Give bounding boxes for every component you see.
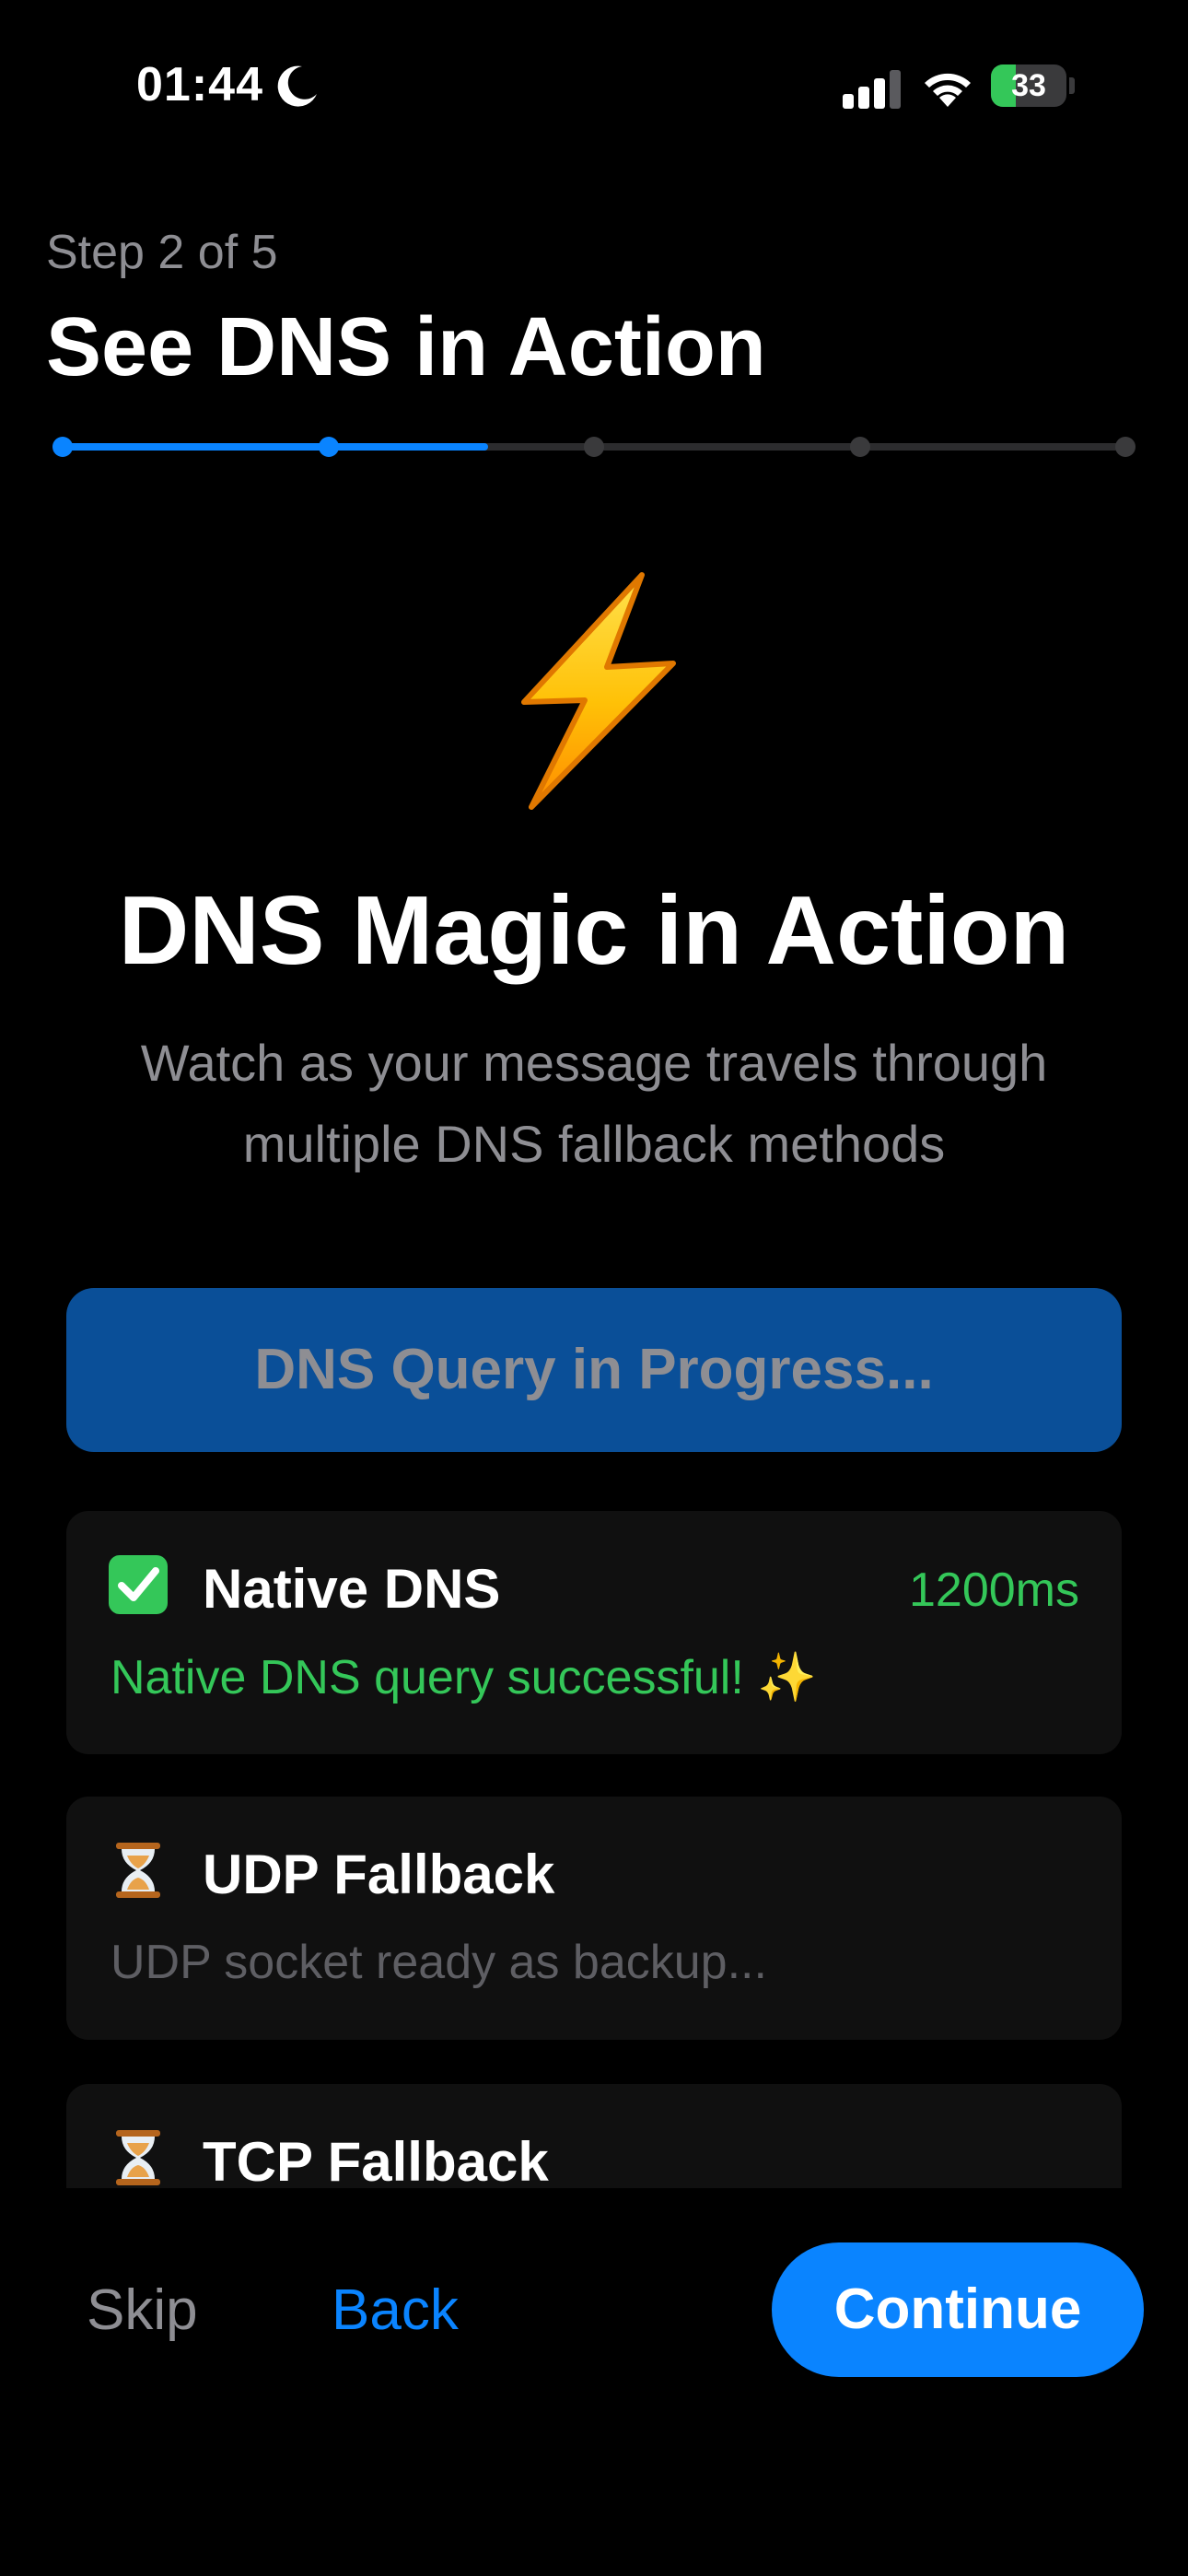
progress-step-dot [584, 437, 604, 457]
progress-step-dot [52, 437, 73, 457]
method-name: Native DNS [203, 1558, 501, 1620]
cellular-signal-icon [843, 70, 901, 109]
progress-step-dot [849, 437, 870, 457]
method-name: TCP Fallback [203, 2131, 549, 2188]
skip-button[interactable]: Skip [87, 2277, 198, 2343]
status-time: 01:44 [136, 58, 263, 111]
method-card-udp-fallback: UDP Fallback UDP socket ready as backup.… [66, 1797, 1122, 2040]
step-progress-bar [46, 433, 1142, 459]
page-title: See DNS in Action [46, 301, 766, 393]
hourglass-icon [116, 2130, 160, 2185]
method-card-tcp-fallback: TCP Fallback [66, 2084, 1122, 2188]
battery-charging-icon: 33 [991, 64, 1076, 107]
hero-subtitle: Watch as your message travels through mu… [140, 1034, 1048, 1173]
lightning-bolt-icon [521, 572, 676, 810]
moon-icon [277, 65, 317, 107]
method-card-native-dns: Native DNS 1200ms Native DNS query succe… [66, 1511, 1122, 1754]
battery-level: 33 [1011, 68, 1046, 103]
progress-step-dot [318, 437, 339, 457]
step-label: Step 2 of 5 [46, 226, 278, 279]
continue-label: Continue [833, 2277, 1082, 2341]
dns-query-button[interactable]: DNS Query in Progress... [66, 1288, 1122, 1452]
hero-title: DNS Magic in Action [118, 876, 1070, 985]
hourglass-icon [116, 1843, 160, 1898]
method-detail: UDP socket ready as backup... [111, 1936, 767, 1989]
wifi-icon [925, 73, 971, 107]
progress-step-dot [1115, 437, 1136, 457]
method-time: 1200ms [909, 1563, 1079, 1617]
continue-button[interactable]: Continue [772, 2242, 1144, 2377]
back-button[interactable]: Back [332, 2277, 459, 2343]
method-name: UDP Fallback [203, 1844, 555, 1905]
method-detail: Native DNS query successful! ✨ [111, 1651, 817, 1704]
check-mark-icon [109, 1555, 168, 1614]
dns-query-label: DNS Query in Progress... [254, 1338, 934, 1401]
status-bar: 01:44 33 [0, 0, 1188, 175]
fallback-methods-list[interactable]: Native DNS 1200ms Native DNS query succe… [0, 1511, 1188, 2188]
